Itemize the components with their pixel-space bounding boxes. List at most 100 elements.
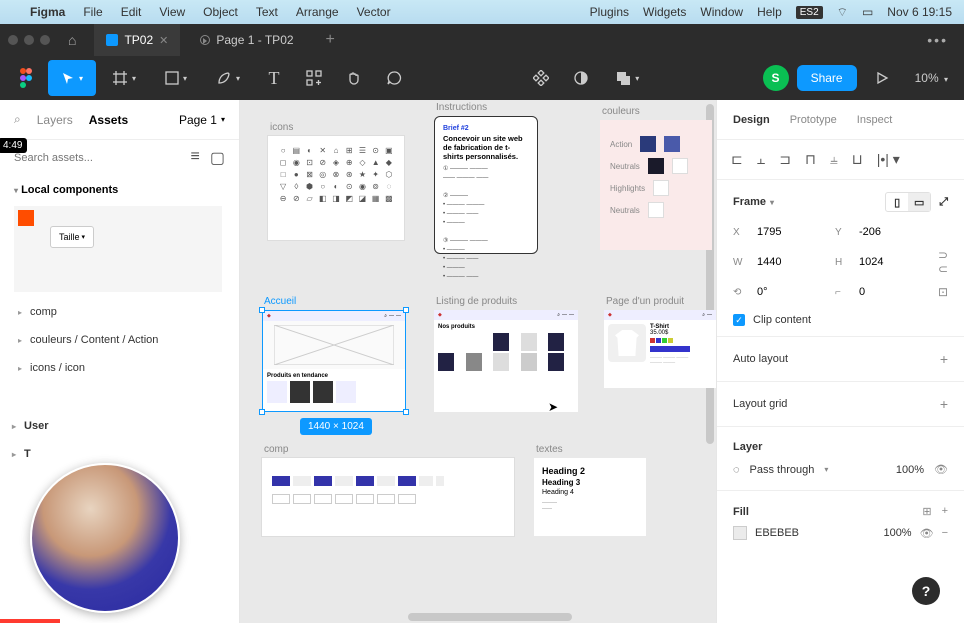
- fill-hex-input[interactable]: EBEBEB: [755, 527, 799, 539]
- frame-label-icons[interactable]: icons: [270, 122, 293, 133]
- move-tool[interactable]: ▾: [48, 60, 96, 96]
- search-icon[interactable]: ⌕: [14, 112, 21, 127]
- angle-input[interactable]: [755, 284, 827, 300]
- pen-tool[interactable]: ▾: [204, 60, 252, 96]
- chevron-down-icon[interactable]: ▾: [824, 465, 828, 474]
- align-left-icon[interactable]: ⊏: [731, 151, 743, 168]
- blend-mode-select[interactable]: Pass through: [750, 464, 815, 476]
- app-name[interactable]: Figma: [30, 5, 65, 19]
- canvas[interactable]: icons ○▤◐✕⌂⊞☰⊙▣ ◻◉⊡⊘◈⊕◇▲◆ □●⊠◎⊗⊛★✦⬡ ▽◊⬢○…: [240, 100, 716, 623]
- fill-opacity-input[interactable]: 100%: [883, 527, 911, 539]
- menu-object[interactable]: Object: [203, 5, 238, 19]
- menu-plugins[interactable]: Plugins: [590, 5, 629, 19]
- mask-tool[interactable]: [563, 60, 599, 96]
- fill-visibility-icon[interactable]: 👁: [920, 527, 934, 540]
- frame-icons[interactable]: ○▤◐✕⌂⊞☰⊙▣ ◻◉⊡⊘◈⊕◇▲◆ □●⊠◎⊗⊛★✦⬡ ▽◊⬢○◐⊙◉⊚◌ …: [268, 136, 404, 240]
- frame-label-textes[interactable]: textes: [536, 444, 563, 455]
- frame-section-label[interactable]: Frame: [733, 196, 766, 208]
- new-tab-button[interactable]: +: [314, 31, 347, 49]
- menu-view[interactable]: View: [159, 5, 185, 19]
- help-button[interactable]: ?: [912, 577, 940, 605]
- visibility-icon[interactable]: 👁: [934, 463, 948, 476]
- hand-tool[interactable]: [336, 60, 372, 96]
- x-input[interactable]: [755, 224, 827, 240]
- align-right-icon[interactable]: ⊐: [779, 151, 791, 168]
- menu-arrange[interactable]: Arrange: [296, 5, 339, 19]
- frame-label-instructions[interactable]: Instructions: [436, 102, 487, 113]
- portrait-icon[interactable]: ▯: [886, 193, 908, 211]
- inspect-tab[interactable]: Inspect: [857, 114, 892, 126]
- component-preview[interactable]: Taille▾: [14, 206, 222, 292]
- frame-couleurs[interactable]: Action Neutrals Highlights Neutrals: [600, 120, 712, 250]
- align-vcenter-icon[interactable]: ⫨: [830, 151, 838, 168]
- window-controls[interactable]: [8, 35, 50, 45]
- close-window-icon[interactable]: [8, 35, 18, 45]
- chevron-down-icon[interactable]: ▾: [770, 198, 774, 207]
- asset-icons[interactable]: ▸icons / icon: [0, 354, 239, 382]
- style-icon[interactable]: ⊞: [922, 505, 931, 518]
- frame-tool[interactable]: ▾: [100, 60, 148, 96]
- add-layout-grid-button[interactable]: +: [940, 396, 948, 412]
- distribute-icon[interactable]: |•| ▾: [877, 151, 900, 168]
- shape-tool[interactable]: ▾: [152, 60, 200, 96]
- add-auto-layout-button[interactable]: +: [940, 351, 948, 367]
- align-bottom-icon[interactable]: ⊔: [852, 151, 863, 168]
- frame-textes[interactable]: Heading 2 Heading 3 Heading 4 —————: [534, 458, 646, 536]
- frame-accueil[interactable]: ◆⌕—— Produits en tendance: [262, 310, 406, 412]
- component-tool[interactable]: [523, 60, 559, 96]
- home-icon[interactable]: ⌂: [68, 32, 76, 48]
- boolean-tool[interactable]: ▾: [603, 60, 651, 96]
- page-selector[interactable]: Page 1▾: [179, 113, 225, 127]
- battery-icon[interactable]: ▭: [862, 5, 873, 19]
- resources-tool[interactable]: [296, 60, 332, 96]
- blend-mode-icon[interactable]: ◌: [733, 464, 740, 476]
- frame-label-accueil[interactable]: Accueil: [264, 296, 296, 307]
- figma-menu-button[interactable]: [8, 60, 44, 96]
- maximize-window-icon[interactable]: [40, 35, 50, 45]
- present-button[interactable]: [865, 71, 899, 85]
- align-top-icon[interactable]: ⊓: [805, 151, 816, 168]
- keyboard-layout[interactable]: ES2: [796, 6, 823, 19]
- w-input[interactable]: [755, 254, 827, 270]
- text-tool[interactable]: T: [256, 60, 292, 96]
- asset-couleurs[interactable]: ▸couleurs / Content / Action: [0, 326, 239, 354]
- wifi-icon[interactable]: ⌔: [837, 5, 848, 20]
- list-view-icon[interactable]: ≡: [191, 148, 200, 168]
- frame-label-couleurs[interactable]: couleurs: [602, 106, 640, 117]
- close-tab-icon[interactable]: ✕: [159, 34, 168, 47]
- tab-tp02[interactable]: TP02 ✕: [94, 24, 180, 56]
- radius-input[interactable]: [857, 284, 929, 300]
- orientation-toggle[interactable]: ▯ ▭: [885, 192, 931, 212]
- landscape-icon[interactable]: ▭: [908, 193, 930, 211]
- search-assets-input[interactable]: [14, 152, 183, 164]
- menu-vector[interactable]: Vector: [357, 5, 391, 19]
- user-avatar[interactable]: S: [763, 65, 789, 91]
- menu-file[interactable]: File: [83, 5, 102, 19]
- clip-content-checkbox[interactable]: ✓: [733, 314, 745, 326]
- asset-comp[interactable]: ▸comp: [0, 298, 239, 326]
- frame-comp[interactable]: [262, 458, 514, 536]
- remove-fill-button[interactable]: −: [942, 527, 948, 539]
- minimize-window-icon[interactable]: [24, 35, 34, 45]
- frame-listing[interactable]: ◆⌕—— Nos produits: [434, 310, 578, 412]
- resize-to-fit-icon[interactable]: ⤢: [939, 196, 948, 209]
- frame-page-produit[interactable]: ◆⌕— T-Shirt 35.00$ ——— ——— —————— ———: [604, 310, 716, 388]
- constrain-proportions-icon[interactable]: ⊃⊂: [938, 248, 948, 276]
- h-input[interactable]: [857, 254, 929, 270]
- add-fill-button[interactable]: +: [942, 505, 948, 518]
- fill-swatch[interactable]: [733, 526, 747, 540]
- independent-corners-icon[interactable]: ⊡: [938, 285, 948, 299]
- library-icon[interactable]: ▢: [210, 148, 225, 168]
- y-input[interactable]: [857, 224, 929, 240]
- local-components-header[interactable]: ▾ Local components: [0, 176, 239, 200]
- asset-users[interactable]: ▸User: [0, 412, 239, 440]
- menu-widgets[interactable]: Widgets: [643, 5, 686, 19]
- size-select[interactable]: Taille▾: [50, 226, 94, 248]
- frame-label-comp[interactable]: comp: [264, 444, 288, 455]
- comment-tool[interactable]: [376, 60, 412, 96]
- layers-tab[interactable]: Layers: [37, 113, 73, 127]
- layer-opacity-input[interactable]: 100%: [896, 464, 924, 476]
- share-button[interactable]: Share: [797, 65, 857, 91]
- more-menu-icon[interactable]: •••: [919, 32, 956, 48]
- menu-edit[interactable]: Edit: [121, 5, 142, 19]
